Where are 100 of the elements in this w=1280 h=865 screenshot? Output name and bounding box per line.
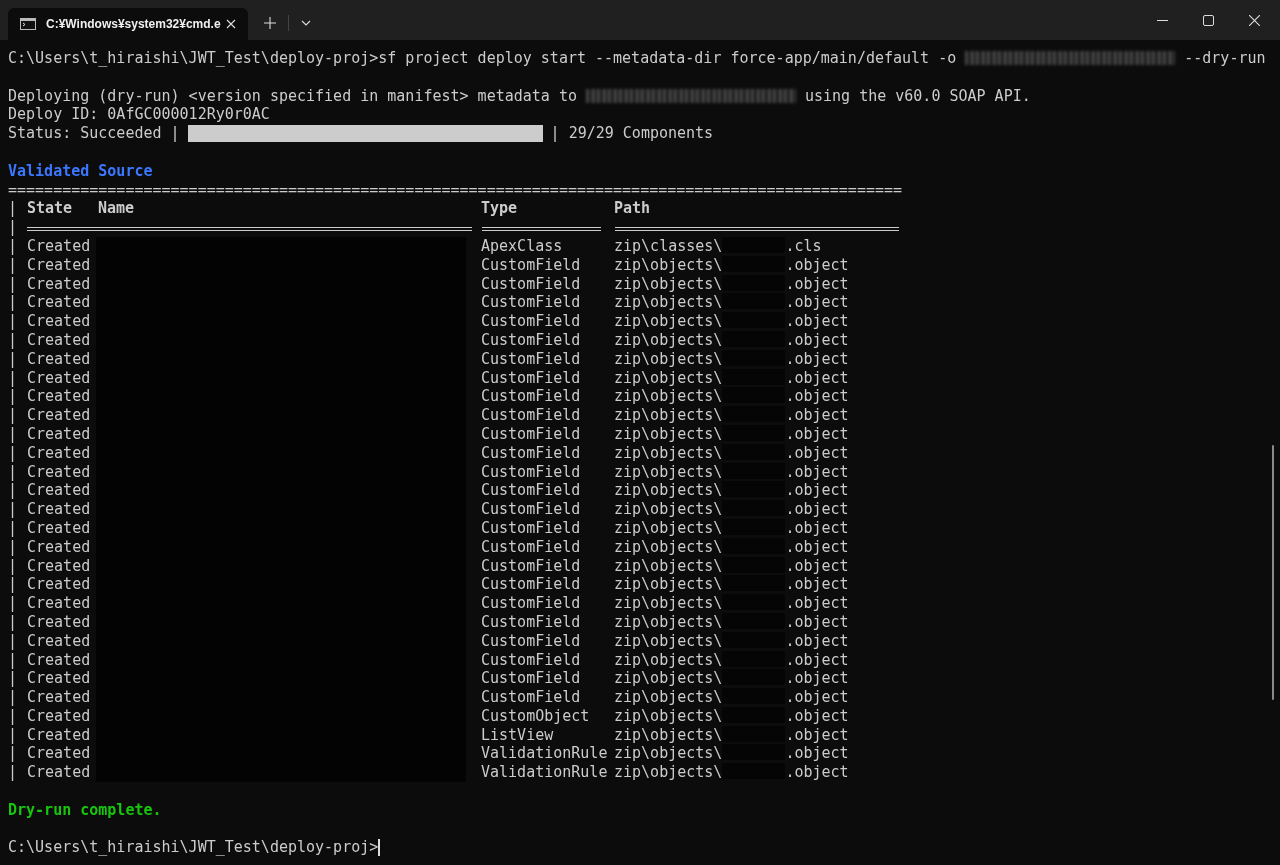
table-cell-text: Created [27,274,92,294]
table-cell: .object [785,293,849,313]
table-cell-text: CustomField [481,406,582,425]
table-cell: .object [785,349,849,369]
table-border: | [8,255,19,275]
table-cell: zip\objects\ [614,744,723,764]
table-cell: .object [785,424,849,444]
table-cell: zip\objects\ [614,631,723,651]
table-cell-text: CustomField [481,669,582,689]
column-header: State [27,199,74,219]
table-cell: zip\objects\ [614,537,723,557]
table-border: | [8,537,19,557]
table-cell: .object [785,556,849,576]
table-cell-text: CustomObject [481,706,591,726]
table-border: | [8,349,19,369]
table-cell-text: Created [27,518,92,538]
close-icon[interactable] [226,19,236,29]
table-cell: zip\objects\ [614,575,723,595]
table-cell-text: Created [27,650,92,670]
table-cell-text: Created [27,688,92,707]
table-cell-text: CustomField [481,688,582,707]
table-cell: .object [785,481,849,501]
status-text: Status: Succeeded | [8,124,180,143]
table-cell: zip\objects\ [614,368,723,388]
table-border: | [8,199,19,219]
table-cell-text: Created [27,706,92,726]
new-tab-icon[interactable] [264,17,276,29]
table-border: | [8,688,19,707]
table-border: | [8,443,19,463]
table-border: | [8,293,19,313]
component-count: | 29/29 Components [550,124,714,143]
table-cell-text: ListView [481,725,555,745]
table-cell: zip\objects\ [614,406,723,425]
table-border: | [8,650,19,670]
table-cell: zip\objects\ [614,274,723,294]
table-cell: zip\objects\ [614,594,723,613]
table-cell: .object [785,744,849,764]
table-border: | [8,725,19,745]
table-cell-text: Created [27,612,92,632]
table-border: | [8,594,19,613]
table-cell: .object [785,631,849,651]
table-cell: .object [785,688,849,707]
table-cell-text: CustomField [481,330,582,350]
table-cell-text: Created [27,443,92,463]
close-icon[interactable] [1249,14,1260,26]
table-cell-text: CustomField [481,500,582,519]
table-cell-text: Created [27,500,92,519]
maximize-icon[interactable] [1203,14,1214,26]
table-cell: zip\objects\ [614,443,723,463]
table-cell-text: Created [27,744,92,764]
table-cell: .object [785,274,849,294]
column-header: Path [614,199,652,219]
table-cell-text: CustomField [481,556,582,576]
table-border: | [8,612,19,632]
table-cell-text: CustomField [481,349,582,369]
table-cell: zip\objects\ [614,500,723,519]
table-cell-text: Created [27,236,92,256]
table-cell-text: CustomField [481,518,582,538]
scrollbar[interactable] [1272,445,1274,700]
table-cell-text: CustomField [481,368,582,388]
table-border: | [8,274,19,294]
table-cell-text: Created [27,368,92,388]
table-border: | [8,669,19,689]
table-border: | [8,424,19,444]
table-cell-text: ValidationRule [481,763,609,783]
table-border: | [8,330,19,350]
terminal-tab[interactable]: C:¥Windows¥system32¥cmd.e [8,8,248,40]
table-cell-text: CustomField [481,312,582,331]
table-cell-text: ApexClass [481,236,564,256]
table-cell-text: CustomField [481,424,582,444]
table-cell-text: CustomField [481,650,582,670]
table-cell-text: CustomField [481,255,582,275]
prompt-text: C:\Users\t_hiraishi\JWT_Test\deploy-proj> [8,838,379,858]
table-cell-text: CustomField [481,537,582,557]
table-cell-text: Created [27,669,92,689]
table-cell: .object [785,500,849,519]
table-cell: .object [785,725,849,745]
rule-text: =================================================================================================== [8,180,903,200]
table-border: | [8,481,19,501]
table-cell-text: Created [27,424,92,444]
table-cell-text: Created [27,255,92,275]
table-cell-text: CustomField [481,612,582,632]
table-cell: zip\objects\ [614,312,723,331]
table-cell: .cls [785,236,822,256]
table-cell: zip\objects\ [614,556,723,576]
table-cell-text: Created [27,556,92,576]
section-title: Validated Source [8,161,153,181]
chevron-down-icon[interactable] [301,20,311,26]
text-cursor [378,839,381,857]
table-cell: zip\objects\ [614,330,723,350]
table-cell: .object [785,612,849,632]
table-border: | [8,406,19,425]
column-header: Name [98,199,136,219]
table-cell: zip\objects\ [614,424,723,444]
table-cell-text: CustomField [481,594,582,613]
table-cell-text: CustomField [481,443,582,463]
table-border: | [8,312,19,331]
table-cell-text: Created [27,349,92,369]
table-cell-text: Created [27,462,92,482]
table-border: | [8,631,19,651]
